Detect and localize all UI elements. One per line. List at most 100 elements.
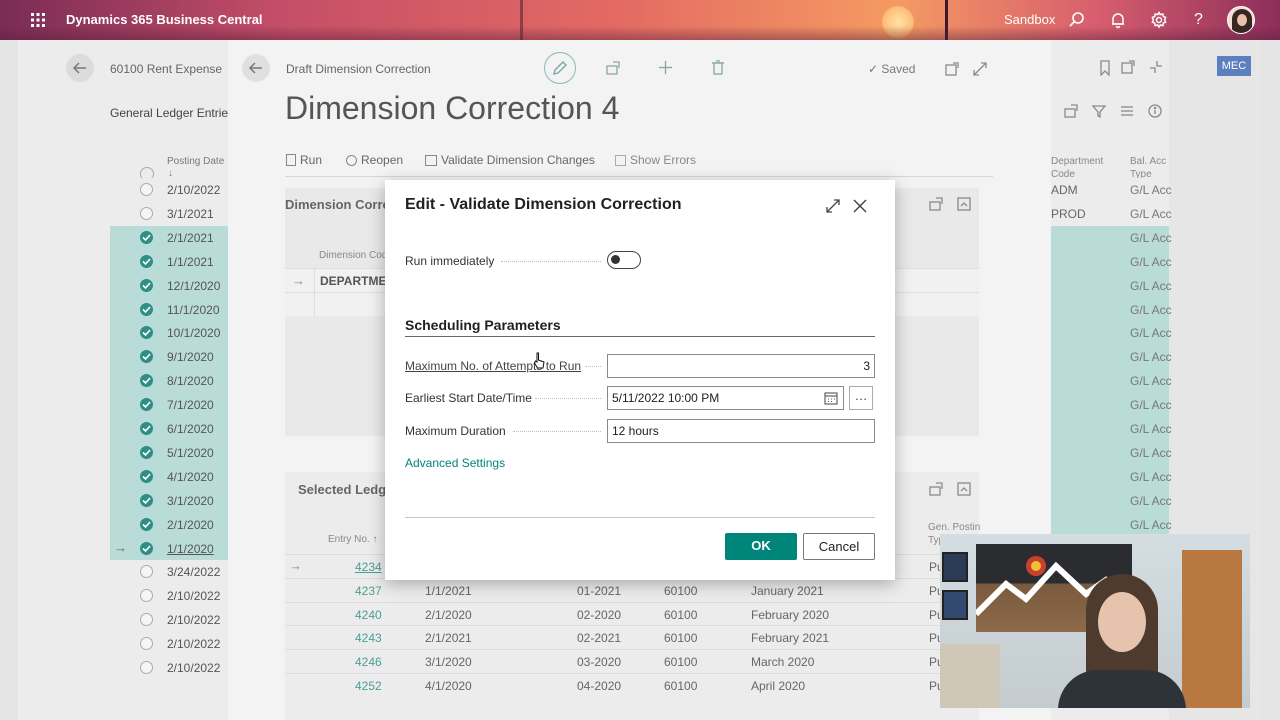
section-share-icon[interactable] bbox=[929, 197, 943, 211]
right-strip-row[interactable]: G/L Acc bbox=[1051, 297, 1172, 322]
row-checkbox[interactable] bbox=[140, 565, 153, 579]
back-button[interactable] bbox=[66, 54, 94, 82]
row-checkbox[interactable] bbox=[140, 183, 153, 196]
info-icon[interactable] bbox=[1148, 104, 1162, 118]
calendar-icon[interactable] bbox=[824, 391, 838, 405]
new-icon[interactable] bbox=[658, 60, 673, 75]
row-checked-icon[interactable] bbox=[140, 517, 153, 531]
validate-dimension-changes-action[interactable]: Validate Dimension Changes bbox=[425, 153, 595, 167]
row-checked-icon[interactable] bbox=[140, 541, 153, 555]
right-strip-row[interactable]: G/L Acc bbox=[1051, 321, 1172, 346]
selected-ledger-title[interactable]: Selected Ledg bbox=[298, 482, 386, 497]
notification-bell-icon[interactable] bbox=[1109, 11, 1127, 29]
cancel-button[interactable]: Cancel bbox=[803, 533, 875, 560]
posting-date-row[interactable]: 2/10/2022 bbox=[110, 608, 228, 633]
page-breadcrumb[interactable]: Draft Dimension Correction bbox=[286, 62, 431, 76]
row-checked-icon[interactable] bbox=[140, 422, 153, 435]
right-strip-row[interactable]: G/L Acc bbox=[1051, 488, 1172, 513]
row-checkbox[interactable] bbox=[140, 589, 153, 603]
right-strip-row[interactable]: G/L Acc bbox=[1051, 417, 1172, 441]
ok-button[interactable]: OK bbox=[725, 533, 797, 560]
posting-date-row[interactable]: 2/10/2022 bbox=[110, 656, 228, 680]
posting-date-row[interactable]: 1/1/2020 → bbox=[110, 536, 228, 561]
ledger-share-icon[interactable] bbox=[929, 482, 943, 496]
row-checked-icon[interactable] bbox=[140, 254, 153, 268]
ledger-expand-icon[interactable] bbox=[957, 482, 971, 496]
posting-date-row[interactable]: 2/10/2022 bbox=[110, 178, 228, 202]
column-dimension-code[interactable]: Dimension Cod bbox=[319, 250, 387, 261]
show-errors-action[interactable]: Show Errors bbox=[615, 153, 696, 167]
row-checkbox[interactable] bbox=[140, 613, 153, 627]
dialog-close-icon[interactable] bbox=[852, 198, 868, 214]
ledger-entry-row[interactable]: 4240 2/1/2020 02-2020 60100 February 2020 Pu bbox=[285, 601, 979, 626]
list-view-icon[interactable] bbox=[1120, 104, 1134, 118]
posting-date-row[interactable]: 2/10/2022 bbox=[110, 632, 228, 657]
filter-icon[interactable] bbox=[1092, 104, 1106, 118]
collapse-icon[interactable] bbox=[1149, 60, 1163, 74]
user-badge[interactable]: MEC bbox=[1217, 56, 1251, 76]
row-checked-icon[interactable] bbox=[140, 445, 153, 459]
right-strip-row[interactable]: G/L Acc bbox=[1051, 249, 1172, 274]
entry-no-link[interactable]: 4240 bbox=[355, 608, 382, 622]
posting-date-row[interactable]: 1/1/2021 bbox=[110, 249, 228, 274]
avatar[interactable] bbox=[1227, 6, 1255, 34]
posting-date-row[interactable]: 10/1/2020 bbox=[110, 321, 228, 346]
dialog-expand-icon[interactable] bbox=[825, 198, 841, 214]
row-checked-icon[interactable] bbox=[140, 278, 153, 292]
earliest-start-field[interactable]: 5/11/2022 10:00 PM bbox=[607, 386, 844, 410]
max-attempts-field[interactable]: 3 bbox=[607, 354, 875, 378]
right-strip-row[interactable]: G/L Acc bbox=[1051, 273, 1172, 298]
posting-date-row[interactable]: 4/1/2020 bbox=[110, 464, 228, 489]
page-back-button[interactable] bbox=[242, 54, 270, 82]
column-posting-date[interactable]: Posting Date bbox=[167, 156, 224, 167]
max-attempts-label[interactable]: Maximum No. of Attempts to Run bbox=[405, 359, 581, 373]
row-checked-icon[interactable] bbox=[140, 302, 153, 316]
posting-date-row[interactable]: 2/1/2020 bbox=[110, 512, 228, 537]
back-breadcrumb[interactable]: 60100 Rent Expense bbox=[110, 62, 222, 76]
row-checked-icon[interactable] bbox=[140, 326, 153, 340]
row-checked-icon[interactable] bbox=[140, 350, 153, 364]
section-expand-icon[interactable] bbox=[957, 197, 971, 211]
posting-date-row[interactable]: 2/1/2021 bbox=[110, 225, 228, 250]
ledger-entry-row[interactable]: 4237 1/1/2021 01-2021 60100 January 2021 Pu bbox=[285, 577, 979, 602]
posting-date-row[interactable]: 11/1/2020 bbox=[110, 297, 228, 322]
row-checked-icon[interactable] bbox=[140, 469, 153, 483]
help-icon[interactable]: ? bbox=[1194, 0, 1203, 40]
right-strip-row[interactable]: PROD G/L Acc bbox=[1051, 201, 1172, 226]
entry-no-link[interactable]: 4246 bbox=[355, 655, 382, 669]
row-checked-icon[interactable] bbox=[140, 374, 153, 388]
search-icon[interactable] bbox=[1068, 11, 1086, 29]
expand-icon[interactable] bbox=[973, 62, 987, 76]
entry-no-link[interactable]: 4243 bbox=[355, 631, 382, 645]
row-checked-icon[interactable] bbox=[140, 230, 153, 244]
posting-date-row[interactable]: 3/1/2021 bbox=[110, 201, 228, 226]
right-strip-row[interactable]: G/L Acc bbox=[1051, 393, 1172, 418]
posting-date-row[interactable]: 6/1/2020 bbox=[110, 417, 228, 441]
right-strip-row[interactable]: G/L Acc bbox=[1051, 464, 1172, 489]
row-checkbox[interactable] bbox=[140, 661, 153, 674]
share-icon[interactable] bbox=[1064, 104, 1078, 118]
dimension-section-title[interactable]: Dimension Corre bbox=[285, 197, 390, 212]
row-checkbox[interactable] bbox=[140, 637, 153, 651]
app-title[interactable]: Dynamics 365 Business Central bbox=[66, 0, 263, 40]
max-duration-field[interactable]: 12 hours bbox=[607, 419, 875, 443]
app-launcher-icon[interactable] bbox=[30, 12, 46, 28]
entry-no-link[interactable]: 4252 bbox=[355, 679, 382, 693]
edit-pencil-button[interactable] bbox=[544, 52, 576, 84]
posting-date-row[interactable]: 3/24/2022 bbox=[110, 560, 228, 585]
settings-gear-icon[interactable] bbox=[1150, 11, 1168, 29]
right-strip-row[interactable]: G/L Acc bbox=[1051, 369, 1172, 394]
posting-date-row[interactable]: 7/1/2020 bbox=[110, 393, 228, 418]
ledger-entry-row[interactable]: 4252 4/1/2020 04-2020 60100 April 2020 Pu bbox=[285, 673, 979, 697]
row-checked-icon[interactable] bbox=[140, 493, 153, 507]
reopen-action[interactable]: Reopen bbox=[346, 153, 403, 167]
advanced-settings-link[interactable]: Advanced Settings bbox=[405, 456, 505, 470]
posting-date-row[interactable]: 9/1/2020 bbox=[110, 345, 228, 370]
dimension-code-cell[interactable]: DEPARTMEN bbox=[320, 274, 395, 288]
right-strip-row[interactable]: G/L Acc bbox=[1051, 440, 1172, 465]
right-strip-row[interactable]: G/L Acc bbox=[1051, 345, 1172, 370]
posting-date-row[interactable]: 5/1/2020 bbox=[110, 440, 228, 465]
run-immediately-toggle[interactable] bbox=[607, 251, 641, 269]
posting-date-row[interactable]: 12/1/2020 bbox=[110, 273, 228, 298]
run-action[interactable]: Run bbox=[286, 153, 322, 167]
